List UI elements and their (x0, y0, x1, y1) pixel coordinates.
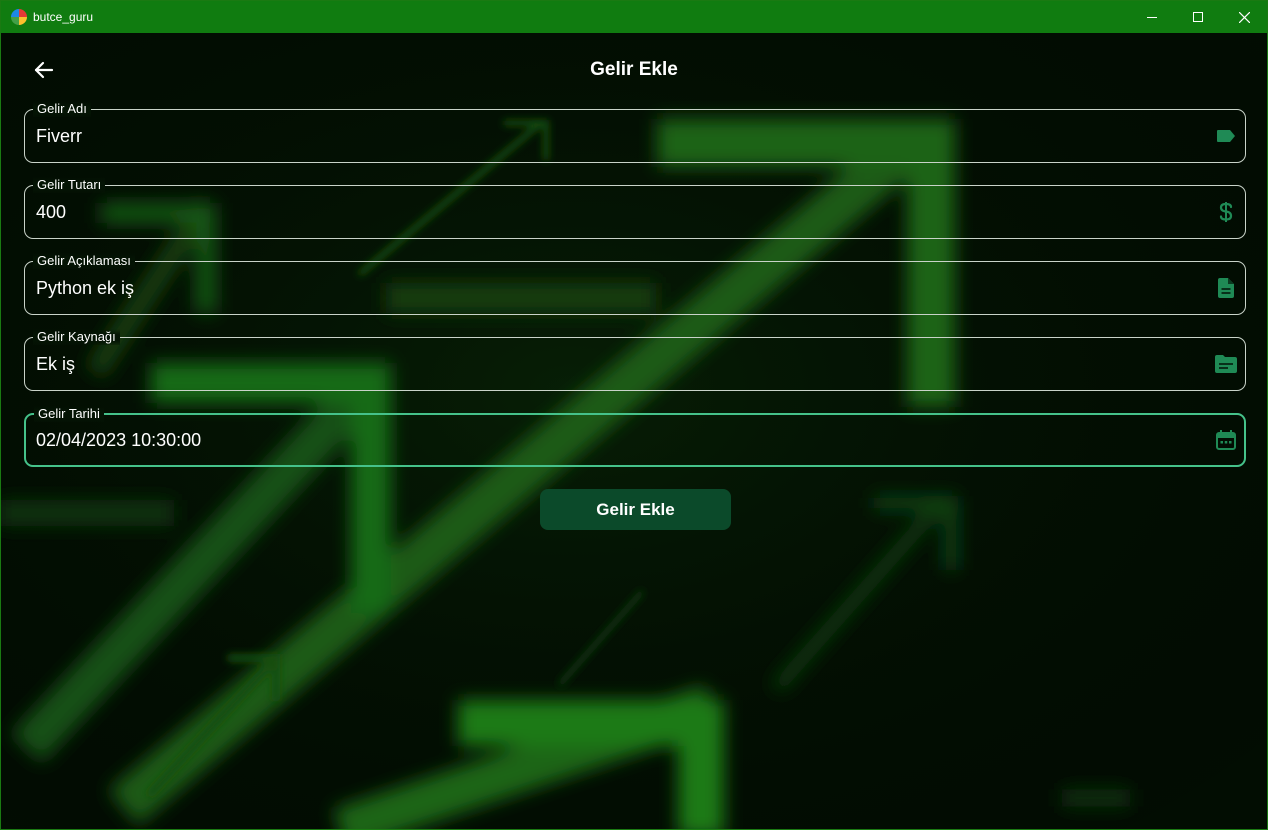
income-date-input[interactable]: 02/04/2023 10:30:00 (36, 430, 1186, 451)
income-date-label: Gelir Tarihi (34, 406, 104, 422)
maximize-icon (1193, 12, 1203, 22)
app-logo-icon (11, 9, 27, 25)
close-icon (1238, 11, 1250, 23)
income-amount-input[interactable]: 400 (36, 202, 1186, 223)
minimize-button[interactable] (1129, 1, 1175, 33)
label-tag-icon (1215, 125, 1237, 147)
income-source-input[interactable]: Ek iş (36, 354, 1186, 375)
income-source-field[interactable]: Gelir Kaynağı Ek iş (24, 329, 1246, 391)
window-controls (1129, 1, 1267, 33)
app-window: butce_guru Gelir Ekle Gelir Adı Fiverr G… (0, 0, 1268, 830)
calendar-icon[interactable] (1215, 429, 1237, 451)
income-description-label: Gelir Açıklaması (33, 253, 135, 269)
income-description-input[interactable]: Python ek iş (36, 278, 1186, 299)
minimize-icon (1147, 17, 1157, 18)
add-income-button[interactable]: Gelir Ekle (540, 489, 731, 530)
income-description-field[interactable]: Gelir Açıklaması Python ek iş (24, 253, 1246, 315)
income-name-input[interactable]: Fiverr (36, 126, 1186, 147)
income-source-label: Gelir Kaynağı (33, 329, 120, 345)
close-button[interactable] (1221, 1, 1267, 33)
folder-icon (1215, 353, 1237, 375)
income-date-field[interactable]: Gelir Tarihi 02/04/2023 10:30:00 (24, 406, 1246, 467)
window-title: butce_guru (33, 10, 94, 24)
page-header: Gelir Ekle (1, 33, 1267, 109)
page-title: Gelir Ekle (590, 59, 678, 80)
income-name-field[interactable]: Gelir Adı Fiverr (24, 101, 1246, 163)
document-icon (1215, 277, 1237, 299)
maximize-button[interactable] (1175, 1, 1221, 33)
income-name-label: Gelir Adı (33, 101, 91, 117)
main-content: Gelir Ekle Gelir Adı Fiverr Gelir Tutarı… (1, 33, 1267, 829)
income-amount-field[interactable]: Gelir Tutarı 400 (24, 177, 1246, 239)
income-amount-label: Gelir Tutarı (33, 177, 106, 193)
dollar-icon (1215, 201, 1237, 223)
title-bar[interactable]: butce_guru (1, 1, 1267, 33)
